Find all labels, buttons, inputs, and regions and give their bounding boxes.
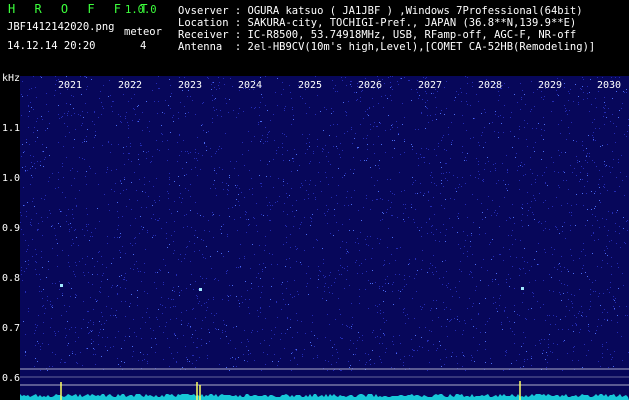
x-tick-label: 2023 [178, 80, 203, 91]
x-tick-label: 2029 [538, 80, 563, 91]
x-tick-label: 2024 [238, 80, 263, 91]
x-tick-label: 2026 [358, 80, 383, 91]
meteor-echo [521, 287, 524, 290]
y-axis: kHz 1.1 1.0 0.9 0.8 0.7 0.6 [0, 73, 21, 400]
meteor-count: 4 [140, 40, 147, 52]
meteor-echo [199, 288, 202, 291]
spectrogram-canvas [20, 76, 629, 400]
header-panel: H R O F F T 1.0.0 JBF1412142020.png mete… [0, 0, 629, 76]
observer-line: Ovserver : OGURA katsuo ( JA1JBF ) ,Wind… [178, 5, 583, 17]
y-tick-label: 1.1 [2, 123, 21, 134]
y-tick-label: 0.7 [2, 323, 21, 334]
capture-timestamp: 14.12.14 20:20 [7, 40, 96, 52]
signal-trace [20, 394, 629, 400]
y-tick-label: 0.6 [2, 373, 21, 384]
spectrogram-view[interactable] [20, 76, 629, 400]
receiver-line: Receiver : IC-R8500, 53.74918MHz, USB, R… [178, 29, 577, 41]
antenna-line: Antenna : 2el-HB9CV(10m's high,Level),[C… [178, 41, 596, 53]
y-tick-label: 0.9 [2, 223, 21, 234]
meteor-label: meteor [124, 26, 162, 38]
location-line: Location : SAKURA-city, TOCHIGI-Pref., J… [178, 17, 577, 29]
y-tick-label: 1.0 [2, 173, 21, 184]
y-axis-unit: kHz [2, 73, 21, 84]
x-tick-label: 2030 [597, 80, 622, 91]
x-tick-label: 2022 [118, 80, 143, 91]
x-tick-label: 2021 [58, 80, 83, 91]
x-tick-label: 2027 [418, 80, 443, 91]
noise-layer [20, 76, 629, 371]
app-version: 1.0.0 [125, 4, 157, 16]
y-tick-label: 0.8 [2, 273, 21, 284]
meteor-echo [60, 284, 63, 287]
x-tick-label: 2025 [298, 80, 323, 91]
image-filename: JBF1412142020.png [7, 21, 115, 33]
x-tick-label: 2028 [478, 80, 503, 91]
